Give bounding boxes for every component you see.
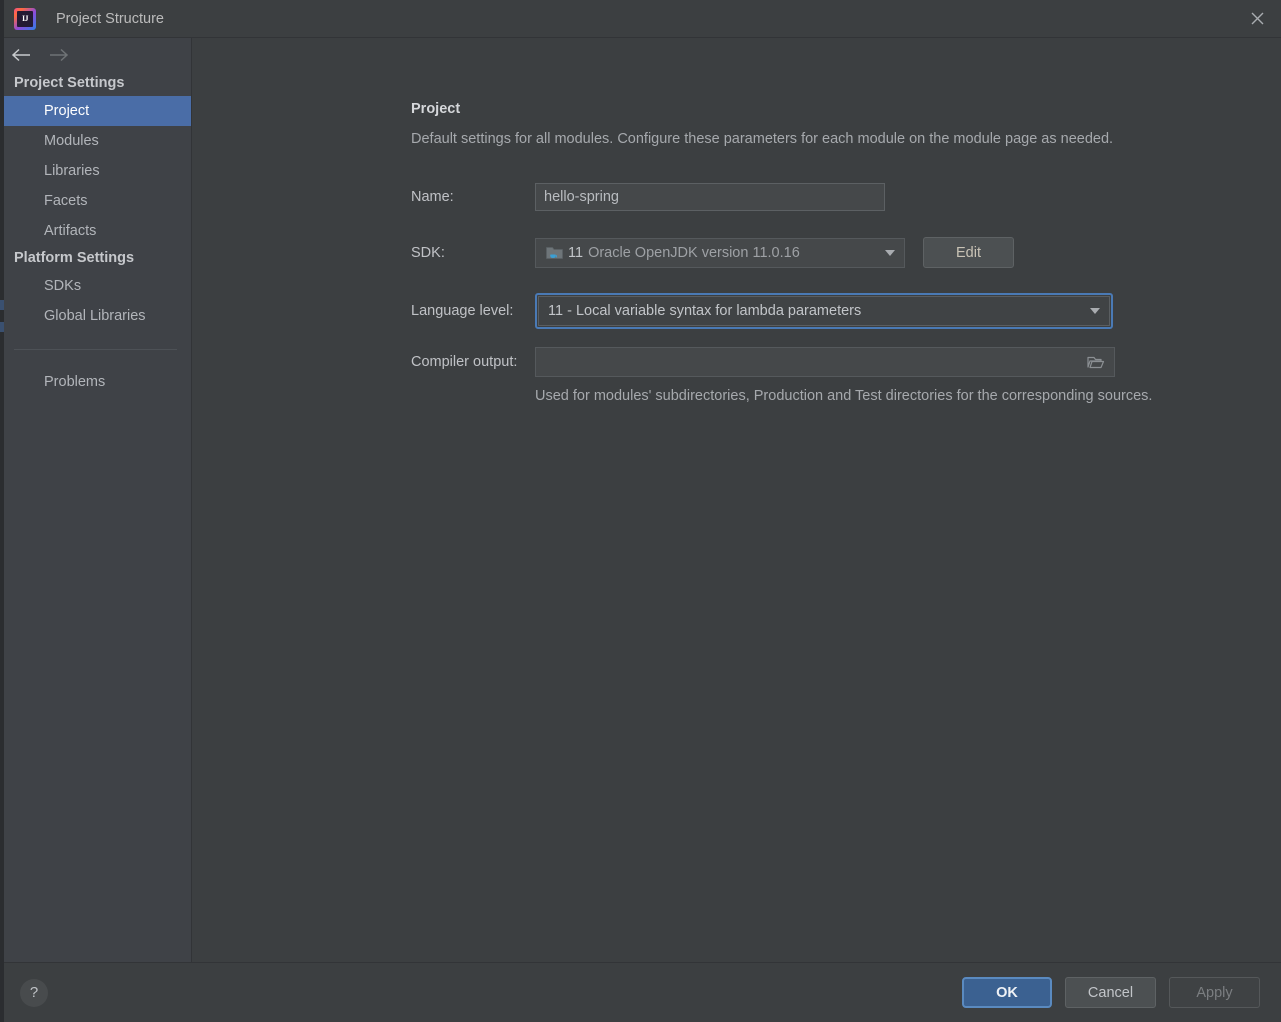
compiler-output-label: Compiler output: — [411, 354, 518, 370]
language-level-value: 11 - Local variable syntax for lambda pa… — [548, 303, 862, 319]
background-window-edge — [0, 0, 4, 1022]
sdk-row: SDK: 11 Oracle OpenJDK version 11.0.16 E… — [411, 237, 1014, 268]
help-question-icon[interactable]: ? — [20, 978, 48, 1007]
sidebar-item-artifacts[interactable]: Artifacts — [0, 216, 191, 246]
footer-buttons: OK Cancel Apply — [962, 977, 1260, 1008]
name-label: Name: — [411, 189, 454, 205]
dialog-footer: ? OK Cancel Apply — [0, 962, 1281, 1022]
close-icon[interactable] — [1233, 0, 1281, 37]
compiler-output-hint: Used for modules' subdirectories, Produc… — [535, 388, 1153, 404]
sidebar-item-project[interactable]: Project — [0, 96, 191, 126]
sidebar-item-problems[interactable]: Problems — [0, 367, 191, 397]
sidebar-group-project-settings: Project Settings — [14, 75, 125, 91]
sdk-version-badge: 11 — [568, 244, 584, 261]
sidebar-group-platform-settings: Platform Settings — [14, 250, 135, 266]
window-title: Project Structure — [56, 10, 164, 27]
page-title: Project — [411, 101, 461, 117]
language-level-focus-ring: 11 - Local variable syntax for lambda pa… — [535, 293, 1113, 329]
language-level-label: Language level: — [411, 303, 514, 319]
name-input[interactable] — [535, 183, 885, 211]
intellij-idea-logo-icon: IJ — [14, 7, 36, 30]
page-description: Default settings for all modules. Config… — [411, 131, 1114, 147]
name-row: Name: — [411, 183, 885, 211]
sdk-dropdown[interactable]: 11 Oracle OpenJDK version 11.0.16 — [535, 237, 905, 268]
edit-sdk-button[interactable]: Edit — [923, 237, 1014, 268]
arrow-left-icon[interactable] — [10, 48, 32, 62]
sidebar-divider — [14, 349, 177, 350]
ok-button[interactable]: OK — [962, 977, 1052, 1008]
sidebar-item-modules[interactable]: Modules — [0, 126, 191, 156]
language-level-row: Language level: 11 - Local variable synt… — [411, 293, 1113, 329]
chevron-down-icon[interactable] — [876, 239, 904, 267]
arrow-right-icon — [48, 48, 70, 62]
language-level-dropdown[interactable]: 11 - Local variable syntax for lambda pa… — [538, 296, 1110, 326]
title-bar: IJ Project Structure — [0, 0, 1281, 38]
chevron-down-icon[interactable] — [1081, 297, 1109, 325]
cancel-button[interactable]: Cancel — [1065, 977, 1156, 1008]
sidebar-item-facets[interactable]: Facets — [0, 186, 191, 216]
sidebar-item-global-libraries[interactable]: Global Libraries — [0, 301, 191, 331]
folder-icon[interactable] — [1087, 355, 1105, 370]
sdk-value: Oracle OpenJDK version 11.0.16 — [588, 244, 800, 261]
compiler-output-row: Compiler output: — [411, 347, 1115, 377]
apply-button: Apply — [1169, 977, 1260, 1008]
intellij-idea-logo-label: IJ — [17, 10, 33, 27]
settings-sidebar: Project Settings Project Modules Librari… — [0, 38, 192, 962]
sidebar-item-libraries[interactable]: Libraries — [0, 156, 191, 186]
sidebar-nav-arrows — [0, 38, 191, 71]
project-structure-dialog: IJ Project Structure Project Settings Pr… — [0, 0, 1281, 1022]
sdk-label: SDK: — [411, 244, 445, 261]
dialog-body: Project Settings Project Modules Librari… — [0, 38, 1281, 962]
sidebar-item-sdks[interactable]: SDKs — [0, 271, 191, 301]
java-sdk-folder-icon — [546, 245, 563, 260]
compiler-output-input[interactable] — [535, 347, 1115, 377]
project-settings-pane: Project Default settings for all modules… — [192, 38, 1281, 962]
